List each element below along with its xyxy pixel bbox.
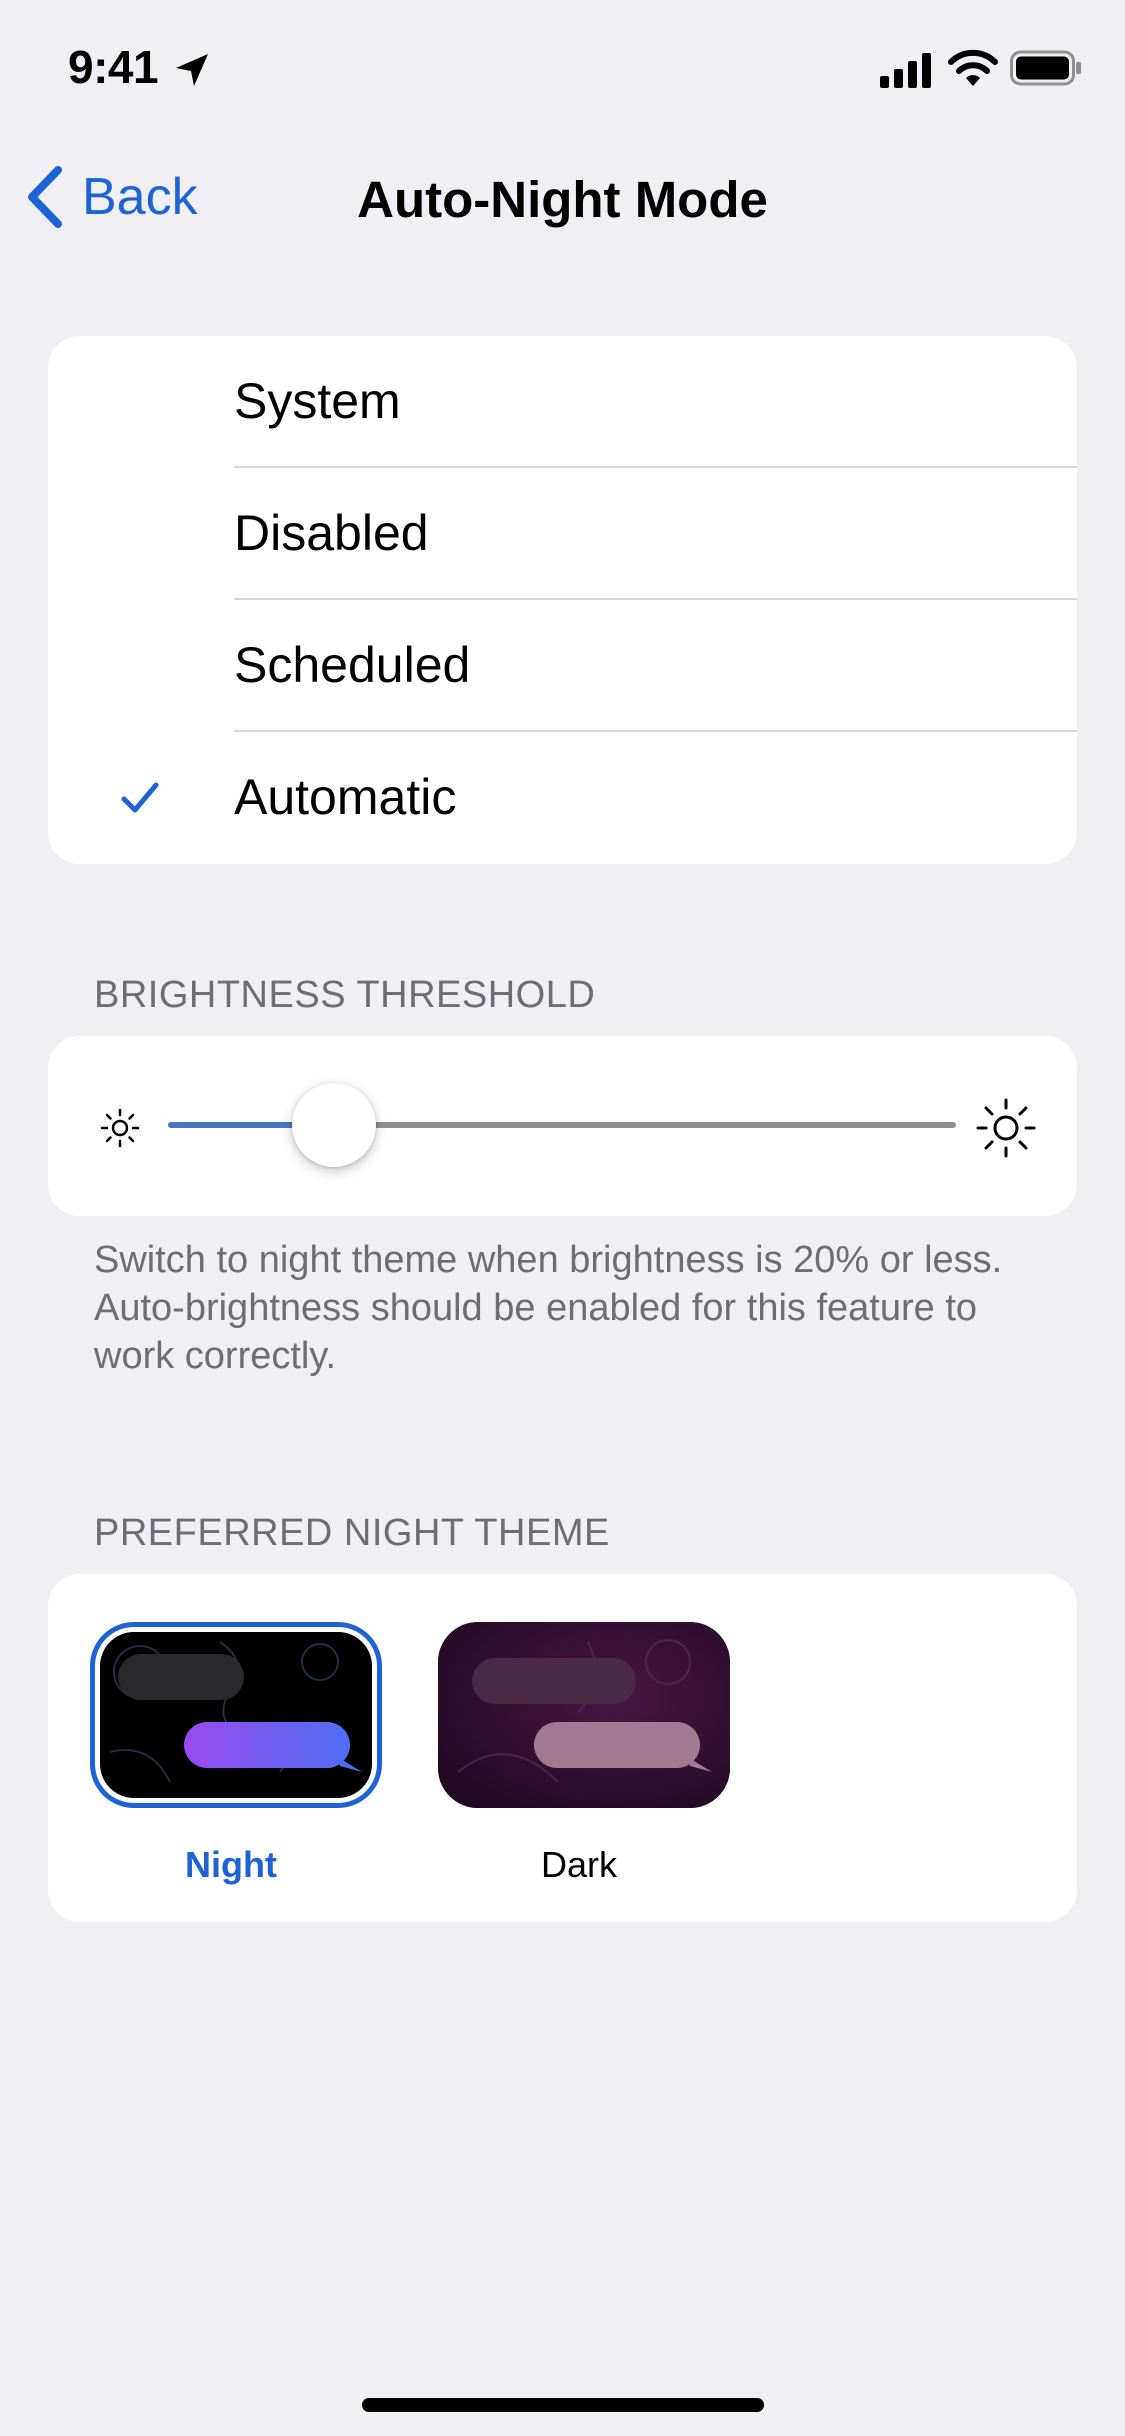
- night-theme-preview: [109, 1641, 362, 1783]
- mode-option-label: Scheduled: [234, 637, 471, 693]
- brightness-slider-knob[interactable]: [292, 1083, 376, 1167]
- brightness-footer-text: Switch to night theme when brightness is…: [94, 1239, 1003, 1377]
- location-arrow-icon: [176, 54, 208, 86]
- sun-large-icon: [976, 1098, 1036, 1158]
- checkmark-icon: [121, 782, 159, 813]
- mode-option-disabled[interactable]: Disabled: [48, 468, 1077, 600]
- mode-option-automatic[interactable]: Automatic: [48, 732, 1077, 864]
- theme-dark-thumbnail[interactable]: [438, 1622, 730, 1808]
- mode-list: System Disabled Scheduled Automatic: [48, 336, 1077, 864]
- theme-dark-label[interactable]: Dark: [479, 1844, 679, 1886]
- theme-night-label[interactable]: Night: [131, 1844, 331, 1886]
- status-time: 9:41: [68, 41, 159, 93]
- theme-night-thumbnail[interactable]: [100, 1632, 372, 1798]
- sun-small-icon: [100, 1108, 140, 1148]
- home-indicator: [362, 2398, 764, 2412]
- mode-option-label: System: [234, 373, 401, 429]
- dark-theme-preview: [438, 1622, 730, 1808]
- brightness-section-header: BRIGHTNESS THRESHOLD: [94, 974, 596, 1016]
- wifi-icon: [948, 49, 998, 86]
- mode-option-label: Automatic: [234, 769, 457, 825]
- page-title: Auto-Night Mode: [357, 171, 768, 228]
- slider-track[interactable]: [336, 1122, 956, 1128]
- battery-icon: [1010, 50, 1081, 86]
- cellular-signal-icon: [880, 53, 931, 88]
- mode-option-system[interactable]: System: [48, 336, 1077, 468]
- mode-option-label: Disabled: [234, 505, 429, 561]
- mode-option-scheduled[interactable]: Scheduled: [48, 600, 1077, 732]
- theme-section-header: PREFERRED NIGHT THEME: [94, 1512, 610, 1554]
